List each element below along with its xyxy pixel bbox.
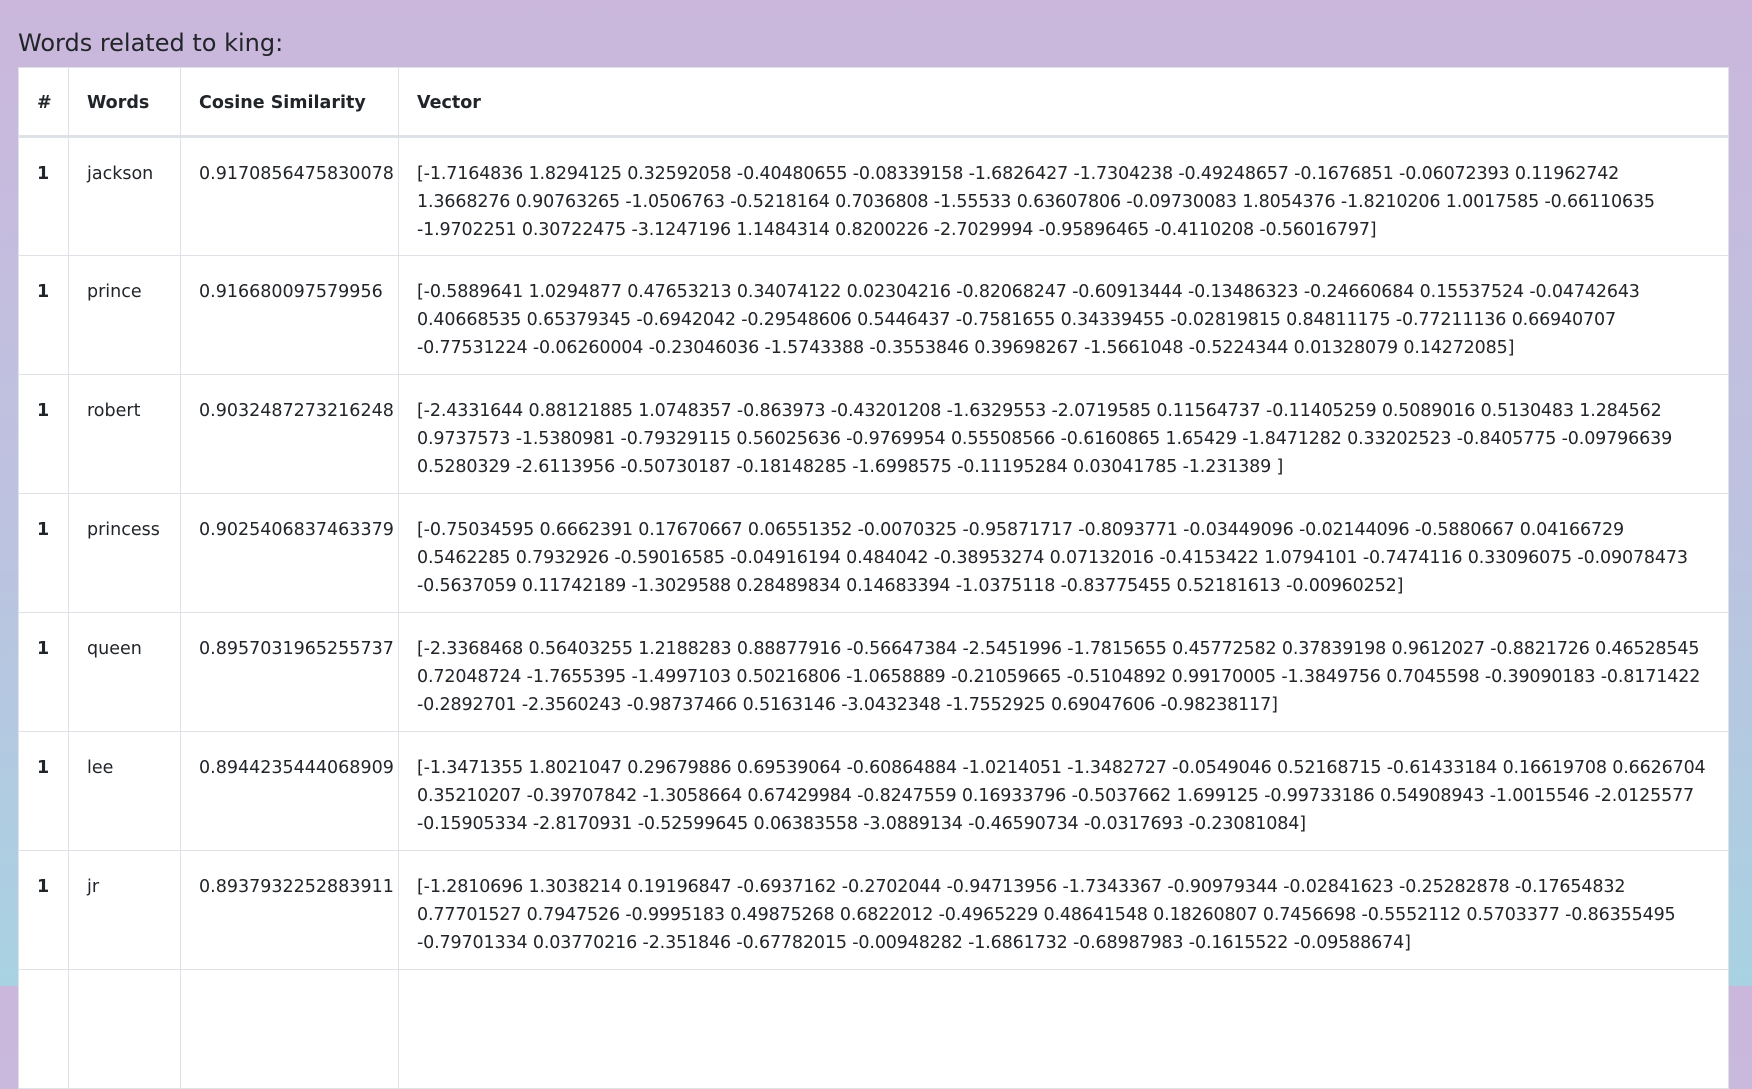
row-vector: [-2.3368468 0.56403255 1.2188283 0.88877… xyxy=(398,612,1729,732)
row-vector: [-2.4331644 0.88121885 1.0748357 -0.8639… xyxy=(398,374,1729,494)
table-row: 1 jackson 0.9170856475830078 [-1.7164836… xyxy=(18,136,1729,256)
related-words-table: # Words Cosine Similarity Vector 1 jacks… xyxy=(18,67,1729,1089)
row-vector: [-0.75034595 0.6662391 0.17670667 0.0655… xyxy=(398,493,1729,613)
row-word: prince xyxy=(68,255,181,375)
related-words-table-container: # Words Cosine Similarity Vector 1 jacks… xyxy=(18,67,1729,1089)
row-word: robert xyxy=(68,374,181,494)
table-body: 1 jackson 0.9170856475830078 [-1.7164836… xyxy=(18,136,1729,1089)
table-row: 1 robert 0.9032487273216248 [-2.4331644 … xyxy=(18,374,1729,494)
row-number: 1 xyxy=(18,374,69,494)
table-row: 1 princess 0.9025406837463379 [-0.750345… xyxy=(18,493,1729,613)
row-vector: [-1.2810696 1.3038214 0.19196847 -0.6937… xyxy=(398,850,1729,970)
row-similarity: 0.9025406837463379 xyxy=(180,493,399,613)
row-number: 1 xyxy=(18,731,69,851)
row-number: 1 xyxy=(18,612,69,732)
row-similarity: 0.8937932252883911 xyxy=(180,850,399,970)
row-number: 1 xyxy=(18,136,69,256)
row-word xyxy=(68,969,181,1089)
row-similarity: 0.9170856475830078 xyxy=(180,136,399,256)
row-similarity: 0.9032487273216248 xyxy=(180,374,399,494)
row-vector xyxy=(398,969,1729,1089)
row-word: jackson xyxy=(68,136,181,256)
table-row: 1 prince 0.916680097579956 [-0.5889641 1… xyxy=(18,255,1729,375)
table-row: 1 queen 0.8957031965255737 [-2.3368468 0… xyxy=(18,612,1729,732)
row-similarity xyxy=(180,969,399,1089)
column-header-vector: Vector xyxy=(398,67,1729,138)
row-similarity: 0.8957031965255737 xyxy=(180,612,399,732)
row-number: 1 xyxy=(18,255,69,375)
column-header-words: Words xyxy=(68,67,181,138)
table-row: 1 jr 0.8937932252883911 [-1.2810696 1.30… xyxy=(18,850,1729,970)
column-header-number: # xyxy=(18,67,69,138)
row-number xyxy=(18,969,69,1089)
row-vector: [-0.5889641 1.0294877 0.47653213 0.34074… xyxy=(398,255,1729,375)
row-similarity: 0.916680097579956 xyxy=(180,255,399,375)
row-number: 1 xyxy=(18,850,69,970)
row-vector: [-1.3471355 1.8021047 0.29679886 0.69539… xyxy=(398,731,1729,851)
row-number: 1 xyxy=(18,493,69,613)
row-word: lee xyxy=(68,731,181,851)
table-row xyxy=(18,969,1729,1089)
row-word: jr xyxy=(68,850,181,970)
page-heading: Words related to king: xyxy=(18,29,284,57)
row-similarity: 0.8944235444068909 xyxy=(180,731,399,851)
row-word: princess xyxy=(68,493,181,613)
table-row: 1 lee 0.8944235444068909 [-1.3471355 1.8… xyxy=(18,731,1729,851)
row-vector: [-1.7164836 1.8294125 0.32592058 -0.4048… xyxy=(398,136,1729,256)
table-header: # Words Cosine Similarity Vector xyxy=(18,67,1729,138)
row-word: queen xyxy=(68,612,181,732)
header-row: # Words Cosine Similarity Vector xyxy=(18,67,1729,138)
column-header-cosine-similarity: Cosine Similarity xyxy=(180,67,399,138)
